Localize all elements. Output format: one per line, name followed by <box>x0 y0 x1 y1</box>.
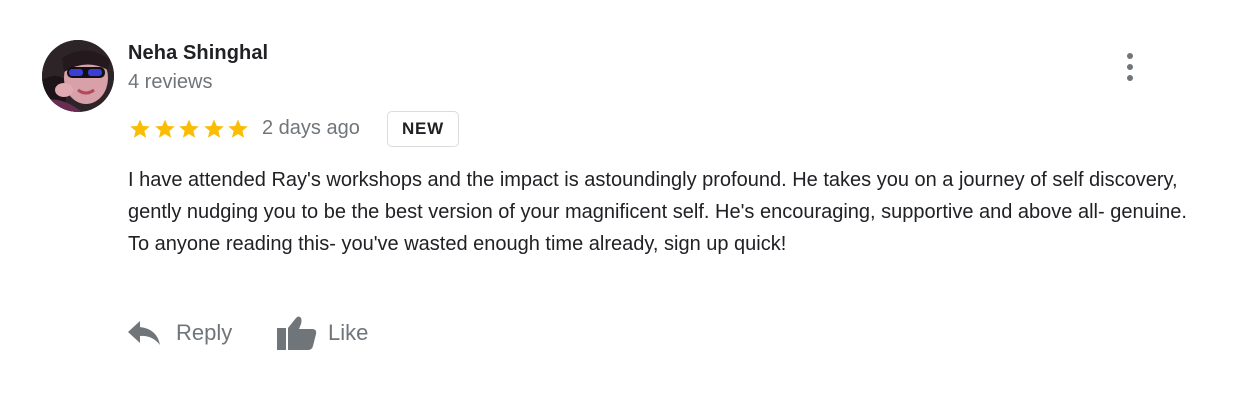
thumbs-up-icon <box>277 316 317 350</box>
more-options-button[interactable] <box>1116 48 1146 86</box>
reply-icon <box>128 321 160 345</box>
review-count[interactable]: 4 reviews <box>128 71 212 94</box>
star-icon <box>179 119 199 138</box>
reply-button[interactable]: Reply <box>126 312 232 354</box>
review-card: Neha Shinghal 4 reviews 2 days ago NEW I… <box>0 0 1247 402</box>
more-vert-icon <box>1127 53 1133 59</box>
author-name[interactable]: Neha Shinghal <box>128 42 268 65</box>
avatar[interactable] <box>42 40 114 112</box>
review-text: I have attended Ray's workshops and the … <box>128 169 1187 255</box>
star-icon <box>228 119 248 138</box>
more-vert-icon-dot <box>1127 75 1133 81</box>
star-icon <box>154 119 175 138</box>
like-button[interactable]: Like <box>274 312 368 354</box>
review-time: 2 days ago <box>262 117 360 139</box>
star-icon <box>130 119 150 138</box>
more-vert-icon-dot <box>1127 64 1133 70</box>
like-label: Like <box>328 320 369 345</box>
star-icon <box>203 119 224 138</box>
reply-label: Reply <box>176 320 233 345</box>
star-rating <box>128 117 251 141</box>
new-badge: NEW <box>387 111 459 147</box>
avatar-photo <box>42 40 114 112</box>
